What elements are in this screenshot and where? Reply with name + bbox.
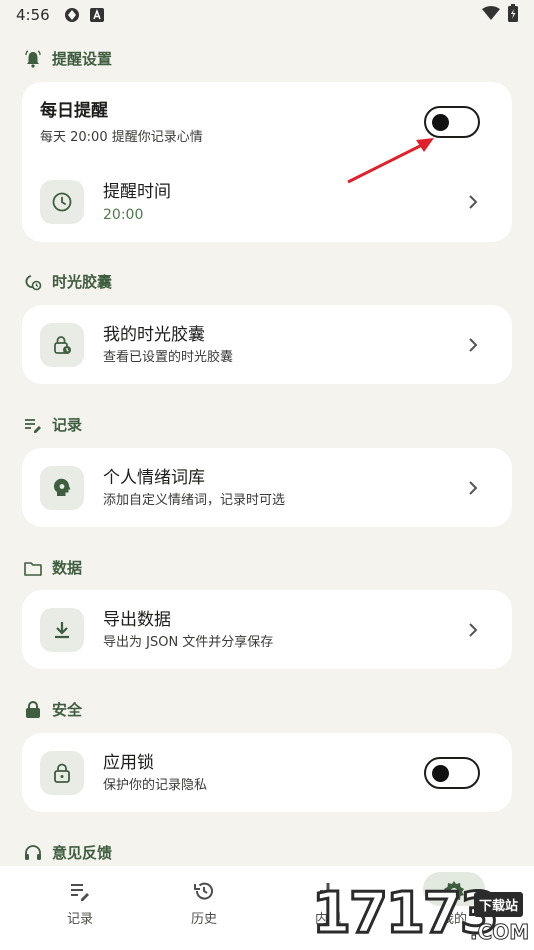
export-row[interactable]: 导出数据 导出为 JSON 文件并分享保存 [40, 607, 494, 653]
app-lock-card: 应用锁 保护你的记录隐私 [22, 733, 512, 812]
a-notification-icon [89, 8, 104, 22]
bell-ring-icon [24, 49, 42, 68]
lock-clock-icon [40, 323, 84, 367]
emotion-lexicon-title: 个人情绪词库 [103, 467, 205, 488]
reminder-time-value: 20:00 [103, 206, 144, 223]
export-subtitle: 导出为 JSON 文件并分享保存 [103, 634, 274, 650]
section-title: 安全 [52, 701, 83, 719]
section-header-record: 记录 [24, 414, 82, 435]
clock-icon [40, 180, 84, 224]
head-brain-icon [40, 466, 84, 510]
nav-item-record[interactable]: 记录 [40, 880, 120, 927]
capsule-subtitle: 查看已设置的时光胶囊 [103, 349, 234, 365]
chevron-right-icon [468, 622, 478, 638]
emotion-lexicon-row[interactable]: 个人情绪词库 添加自定义情绪词，记录时可选 [40, 465, 494, 511]
export-title: 导出数据 [103, 609, 171, 630]
section-header-data: 数据 [24, 557, 82, 578]
status-time: 4:56 [16, 6, 50, 24]
section-header-security: 安全 [24, 699, 82, 720]
watermark-suffix: .COM [469, 920, 530, 945]
export-card[interactable]: 导出数据 导出为 JSON 文件并分享保存 [22, 590, 512, 669]
history-icon [164, 880, 244, 902]
app-lock-toggle[interactable] [424, 757, 480, 789]
chevron-right-icon [468, 480, 478, 496]
download-icon [40, 608, 84, 652]
section-header-feedback: 意见反馈 [24, 842, 112, 863]
capsule-card[interactable]: 我的时光胶囊 查看已设置的时光胶囊 [22, 305, 512, 384]
section-title: 数据 [52, 559, 83, 577]
status-right [482, 4, 518, 26]
export-texts: 导出数据 导出为 JSON 文件并分享保存 [103, 609, 273, 652]
edit-list-icon [40, 880, 120, 902]
reminder-time-title: 提醒时间 [103, 181, 171, 202]
nav-label: 记录 [66, 912, 93, 927]
section-header-reminder: 提醒设置 [24, 48, 112, 69]
annotation-arrow-icon [347, 138, 434, 184]
wifi-icon [482, 6, 500, 24]
section-title: 提醒设置 [52, 50, 113, 68]
emotion-lexicon-card[interactable]: 个人情绪词库 添加自定义情绪词，记录时可选 [22, 448, 512, 527]
emotion-lexicon-subtitle: 添加自定义情绪词，记录时可选 [103, 492, 286, 508]
chevron-right-icon [468, 194, 478, 210]
app-lock-subtitle: 保护你的记录隐私 [103, 777, 208, 793]
app-lock-texts: 应用锁 保护你的记录隐私 [103, 752, 207, 795]
battery-icon [508, 4, 518, 26]
watermark-badge: 下载站 [474, 892, 524, 917]
capsule-icon [24, 273, 42, 291]
status-bar: 4:56 [0, 0, 534, 30]
section-title: 记录 [52, 416, 83, 434]
daily-reminder-subtitle: 每天 20:00 提醒你记录心情 [40, 130, 203, 145]
app-lock-title: 应用锁 [103, 752, 154, 773]
daily-reminder-title: 每日提醒 [40, 101, 108, 121]
folder-icon [24, 559, 42, 577]
section-header-capsule: 时光胶囊 [24, 271, 112, 292]
edit-list-icon [24, 416, 42, 434]
capsule-texts: 我的时光胶囊 查看已设置的时光胶囊 [103, 324, 233, 367]
chevron-right-icon [468, 337, 478, 353]
vpn-icon [64, 7, 80, 23]
lock-icon [24, 700, 42, 719]
section-title: 时光胶囊 [52, 273, 113, 291]
toggle-knob [432, 114, 449, 131]
toggle-knob [432, 765, 449, 782]
daily-reminder-texts: 每日提醒 每天 20:00 提醒你记录心情 [40, 100, 203, 145]
lock-outline-icon [40, 751, 84, 795]
nav-item-history[interactable]: 历史 [164, 880, 244, 927]
headset-icon [24, 844, 42, 862]
emotion-lexicon-texts: 个人情绪词库 添加自定义情绪词，记录时可选 [103, 467, 285, 510]
reminder-time-texts: 提醒时间 20:00 [103, 181, 171, 224]
capsule-title: 我的时光胶囊 [103, 324, 205, 345]
capsule-row[interactable]: 我的时光胶囊 查看已设置的时光胶囊 [40, 322, 494, 368]
nav-label: 历史 [190, 912, 217, 927]
section-title: 意见反馈 [52, 844, 113, 862]
watermark-logo: 17173 下载站 .COM [311, 880, 534, 950]
